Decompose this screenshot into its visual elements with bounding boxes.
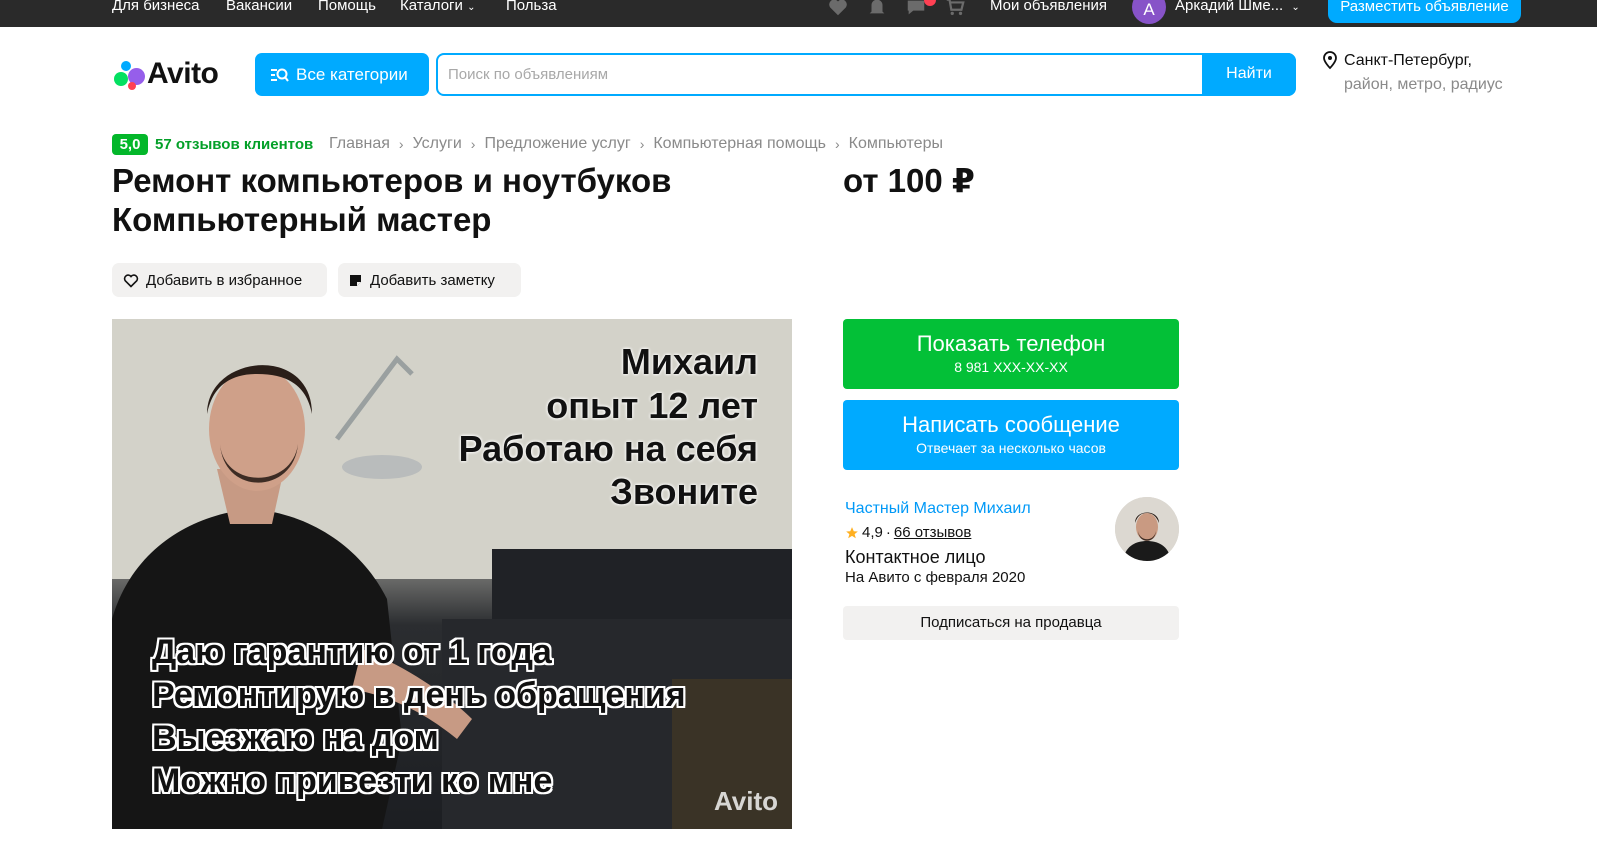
photo-text-line: Выезжаю на дом [152, 719, 439, 757]
bell-icon[interactable] [866, 0, 888, 18]
topbar-link-vacancies[interactable]: Вакансии [226, 0, 292, 14]
avito-logo[interactable]: Avito [112, 57, 219, 90]
chevron-right-icon: › [834, 136, 840, 152]
write-message-label: Написать сообщение [902, 412, 1120, 437]
seller-photo [1115, 497, 1179, 561]
title-line-1: Ремонт компьютеров и ноутбуков [112, 162, 672, 199]
seller-rating: 4,9 · 66 отзывов [845, 524, 971, 541]
breadcrumb-item[interactable]: Компьютерная помощь [653, 135, 826, 153]
topbar-link-help[interactable]: Помощь [318, 0, 376, 14]
photo-text-line: Работаю на себя [458, 428, 758, 469]
topbar-link-business[interactable]: Для бизнеса [112, 0, 200, 14]
response-time: Отвечает за несколько часов [916, 440, 1106, 456]
photo-text-line: Даю гарантию от 1 года [152, 633, 552, 671]
search-input[interactable] [438, 55, 1204, 94]
topbar-link-catalogs[interactable]: Каталоги ⌄ [400, 0, 475, 14]
top-bar: Для бизнеса Вакансии Помощь Каталоги ⌄ П… [0, 0, 1597, 27]
page-title: Ремонт компьютеров и ноутбуков Компьютер… [112, 161, 792, 239]
seller-rating-value: 4,9 [862, 524, 883, 541]
add-favorite-button[interactable]: Добавить в избранное [112, 263, 327, 297]
categories-search-icon [271, 68, 289, 82]
chevron-right-icon: › [470, 136, 476, 152]
rating-badge: 5,0 [112, 134, 148, 155]
user-name: Аркадий Шме... [1175, 0, 1284, 14]
my-ads-link[interactable]: Мои объявления [990, 0, 1107, 14]
catalogs-label: Каталоги [400, 0, 463, 14]
breadcrumb-item[interactable]: Главная [329, 135, 390, 153]
logo-dots-icon [112, 58, 146, 90]
cart-icon[interactable] [944, 0, 966, 18]
location-filter[interactable]: район, метро, радиус [1344, 76, 1503, 94]
photo-text-line: Звоните [610, 471, 758, 512]
photo-text-line: Можно привезти ко мне [152, 762, 553, 800]
photo-text-line: опыт 12 лет [546, 385, 758, 426]
add-note-label: Добавить заметку [370, 271, 495, 289]
heart-outline-icon [123, 273, 139, 288]
client-reviews-link[interactable]: 57 отзывов клиентов [155, 136, 313, 153]
breadcrumb-item[interactable]: Услуги [413, 135, 462, 153]
location-pin-icon [1323, 51, 1337, 70]
add-favorite-label: Добавить в избранное [146, 271, 303, 289]
all-categories-label: Все категории [296, 64, 408, 84]
user-avatar[interactable]: А [1132, 0, 1166, 24]
note-icon [350, 274, 361, 286]
breadcrumb: Главная › Услуги › Предложение услуг › К… [329, 135, 943, 153]
chevron-right-icon: › [398, 136, 404, 152]
logo-text: Avito [147, 57, 219, 90]
search-button[interactable]: Найти [1202, 53, 1296, 96]
location-city[interactable]: Санкт-Петербург, [1344, 52, 1472, 70]
photo-text-line: Михаил [620, 341, 758, 382]
show-phone-button[interactable]: Показать телефон 8 981 XXX-XX-XX [843, 319, 1179, 389]
seller-avatar[interactable] [1115, 497, 1179, 561]
seller-since: На Авито с февраля 2020 [845, 569, 1026, 586]
write-message-button[interactable]: Написать сообщение Отвечает за несколько… [843, 400, 1179, 470]
breadcrumb-item[interactable]: Компьютеры [849, 135, 943, 153]
heart-icon[interactable] [827, 0, 849, 18]
all-categories-button[interactable]: Все категории [255, 53, 429, 96]
listing-photo[interactable]: Михаил опыт 12 лет Работаю на себя Звони… [112, 319, 792, 829]
photo-watermark: Avito [713, 786, 778, 816]
post-ad-button[interactable]: Разместить объявление [1328, 0, 1521, 23]
price: от 100 ₽ [843, 162, 975, 199]
phone-masked: 8 981 XXX-XX-XX [954, 359, 1068, 375]
seller-name-link[interactable]: Частный Мастер Михаил [845, 500, 1031, 518]
photo-text-line: Ремонтирую в день обращения [152, 676, 686, 714]
chevron-down-icon: ⌄ [467, 2, 476, 13]
title-line-2: Компьютерный мастер [112, 201, 492, 238]
user-menu[interactable]: Аркадий Шме... ⌄ [1175, 0, 1300, 14]
add-note-button[interactable]: Добавить заметку [338, 263, 521, 297]
chevron-right-icon: › [639, 136, 645, 152]
subscribe-seller-button[interactable]: Подписаться на продавца [843, 606, 1179, 640]
topbar-link-benefit[interactable]: Польза [506, 0, 557, 14]
breadcrumb-item[interactable]: Предложение услуг [484, 135, 630, 153]
show-phone-label: Показать телефон [916, 331, 1106, 356]
rating-separator: · [885, 524, 891, 541]
chevron-down-icon: ⌄ [1291, 2, 1300, 13]
seller-reviews-link[interactable]: 66 отзывов [894, 524, 972, 541]
search-bar: Найти [436, 53, 1296, 96]
star-icon [846, 526, 858, 538]
contact-person: Контактное лицо [845, 547, 986, 567]
